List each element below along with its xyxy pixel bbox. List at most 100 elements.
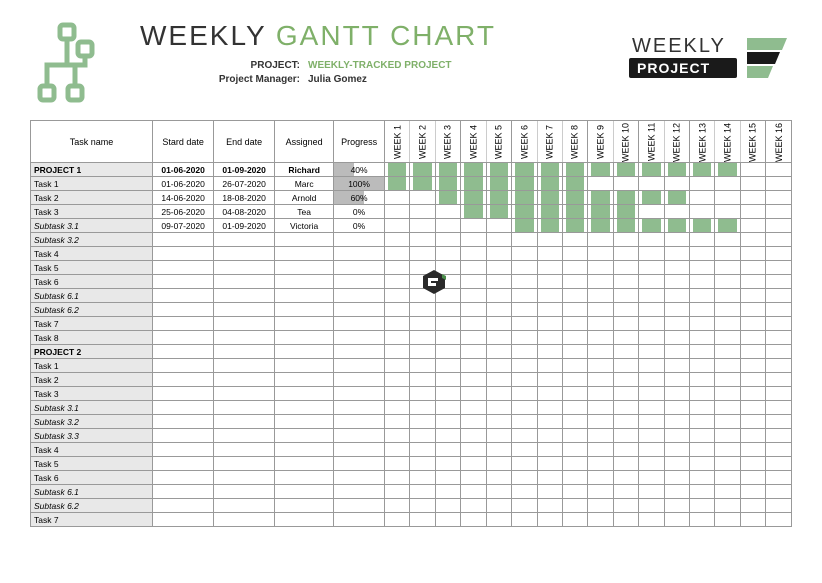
week-cell[interactable]: [435, 303, 460, 317]
week-cell[interactable]: [639, 191, 664, 205]
week-cell[interactable]: [562, 345, 587, 359]
week-cell[interactable]: [410, 233, 435, 247]
week-cell[interactable]: [385, 317, 410, 331]
week-cell[interactable]: [385, 443, 410, 457]
week-cell[interactable]: [512, 345, 537, 359]
week-cell[interactable]: [385, 387, 410, 401]
end-cell[interactable]: [214, 247, 275, 261]
week-cell[interactable]: [766, 275, 792, 289]
week-cell[interactable]: [435, 219, 460, 233]
week-cell[interactable]: [537, 331, 562, 345]
week-cell[interactable]: [512, 177, 537, 191]
week-cell[interactable]: [690, 499, 715, 513]
week-cell[interactable]: [410, 177, 435, 191]
week-cell[interactable]: [562, 359, 587, 373]
week-cell[interactable]: [690, 359, 715, 373]
week-cell[interactable]: [385, 513, 410, 527]
week-cell[interactable]: [690, 373, 715, 387]
assigned-cell[interactable]: [275, 359, 334, 373]
week-cell[interactable]: [435, 205, 460, 219]
start-cell[interactable]: [153, 401, 214, 415]
week-cell[interactable]: [537, 345, 562, 359]
week-cell[interactable]: [588, 345, 613, 359]
week-cell[interactable]: [410, 219, 435, 233]
week-cell[interactable]: [537, 415, 562, 429]
week-cell[interactable]: [613, 233, 638, 247]
week-cell[interactable]: [385, 275, 410, 289]
week-cell[interactable]: [715, 303, 740, 317]
week-cell[interactable]: [613, 247, 638, 261]
start-cell[interactable]: [153, 345, 214, 359]
week-cell[interactable]: [410, 429, 435, 443]
week-cell[interactable]: [664, 513, 689, 527]
week-cell[interactable]: [512, 401, 537, 415]
start-cell[interactable]: [153, 471, 214, 485]
week-cell[interactable]: [410, 485, 435, 499]
week-cell[interactable]: [740, 429, 765, 443]
week-cell[interactable]: [740, 233, 765, 247]
week-cell[interactable]: [639, 345, 664, 359]
week-cell[interactable]: [562, 499, 587, 513]
assigned-cell[interactable]: [275, 415, 334, 429]
week-cell[interactable]: [639, 485, 664, 499]
task-name-cell[interactable]: Task 2: [31, 191, 153, 205]
assigned-cell[interactable]: [275, 261, 334, 275]
start-cell[interactable]: [153, 261, 214, 275]
week-cell[interactable]: [461, 429, 486, 443]
end-cell[interactable]: [214, 401, 275, 415]
week-cell[interactable]: [715, 471, 740, 485]
week-cell[interactable]: [690, 331, 715, 345]
week-cell[interactable]: [715, 485, 740, 499]
week-cell[interactable]: [537, 247, 562, 261]
progress-cell[interactable]: [334, 275, 385, 289]
week-cell[interactable]: [512, 359, 537, 373]
week-cell[interactable]: [715, 177, 740, 191]
end-cell[interactable]: [214, 373, 275, 387]
week-cell[interactable]: [537, 163, 562, 177]
week-cell[interactable]: [537, 471, 562, 485]
task-name-cell[interactable]: Task 4: [31, 443, 153, 457]
start-cell[interactable]: [153, 247, 214, 261]
week-cell[interactable]: [588, 429, 613, 443]
week-cell[interactable]: [562, 247, 587, 261]
task-name-cell[interactable]: Task 7: [31, 317, 153, 331]
week-cell[interactable]: [664, 415, 689, 429]
week-cell[interactable]: [639, 471, 664, 485]
week-cell[interactable]: [385, 471, 410, 485]
assigned-cell[interactable]: [275, 331, 334, 345]
week-cell[interactable]: [613, 401, 638, 415]
week-cell[interactable]: [766, 513, 792, 527]
week-cell[interactable]: [461, 345, 486, 359]
task-name-cell[interactable]: Subtask 6.1: [31, 289, 153, 303]
end-cell[interactable]: [214, 233, 275, 247]
week-cell[interactable]: [639, 261, 664, 275]
week-cell[interactable]: [512, 247, 537, 261]
assigned-cell[interactable]: Arnold: [275, 191, 334, 205]
progress-cell[interactable]: [334, 499, 385, 513]
start-cell[interactable]: [153, 303, 214, 317]
progress-cell[interactable]: [334, 415, 385, 429]
week-cell[interactable]: [562, 177, 587, 191]
week-cell[interactable]: [461, 163, 486, 177]
week-cell[interactable]: [588, 373, 613, 387]
progress-cell[interactable]: [334, 373, 385, 387]
end-cell[interactable]: [214, 485, 275, 499]
week-cell[interactable]: [715, 275, 740, 289]
week-cell[interactable]: [766, 261, 792, 275]
week-cell[interactable]: [486, 359, 511, 373]
progress-cell[interactable]: [334, 345, 385, 359]
week-cell[interactable]: [562, 401, 587, 415]
week-cell[interactable]: [410, 513, 435, 527]
week-cell[interactable]: [690, 429, 715, 443]
week-cell[interactable]: [740, 359, 765, 373]
week-cell[interactable]: [639, 289, 664, 303]
week-cell[interactable]: [613, 219, 638, 233]
week-cell[interactable]: [664, 485, 689, 499]
progress-cell[interactable]: 0%: [334, 205, 385, 219]
week-cell[interactable]: [562, 485, 587, 499]
progress-cell[interactable]: [334, 317, 385, 331]
week-cell[interactable]: [715, 345, 740, 359]
week-cell[interactable]: [639, 275, 664, 289]
week-cell[interactable]: [690, 471, 715, 485]
end-cell[interactable]: [214, 317, 275, 331]
